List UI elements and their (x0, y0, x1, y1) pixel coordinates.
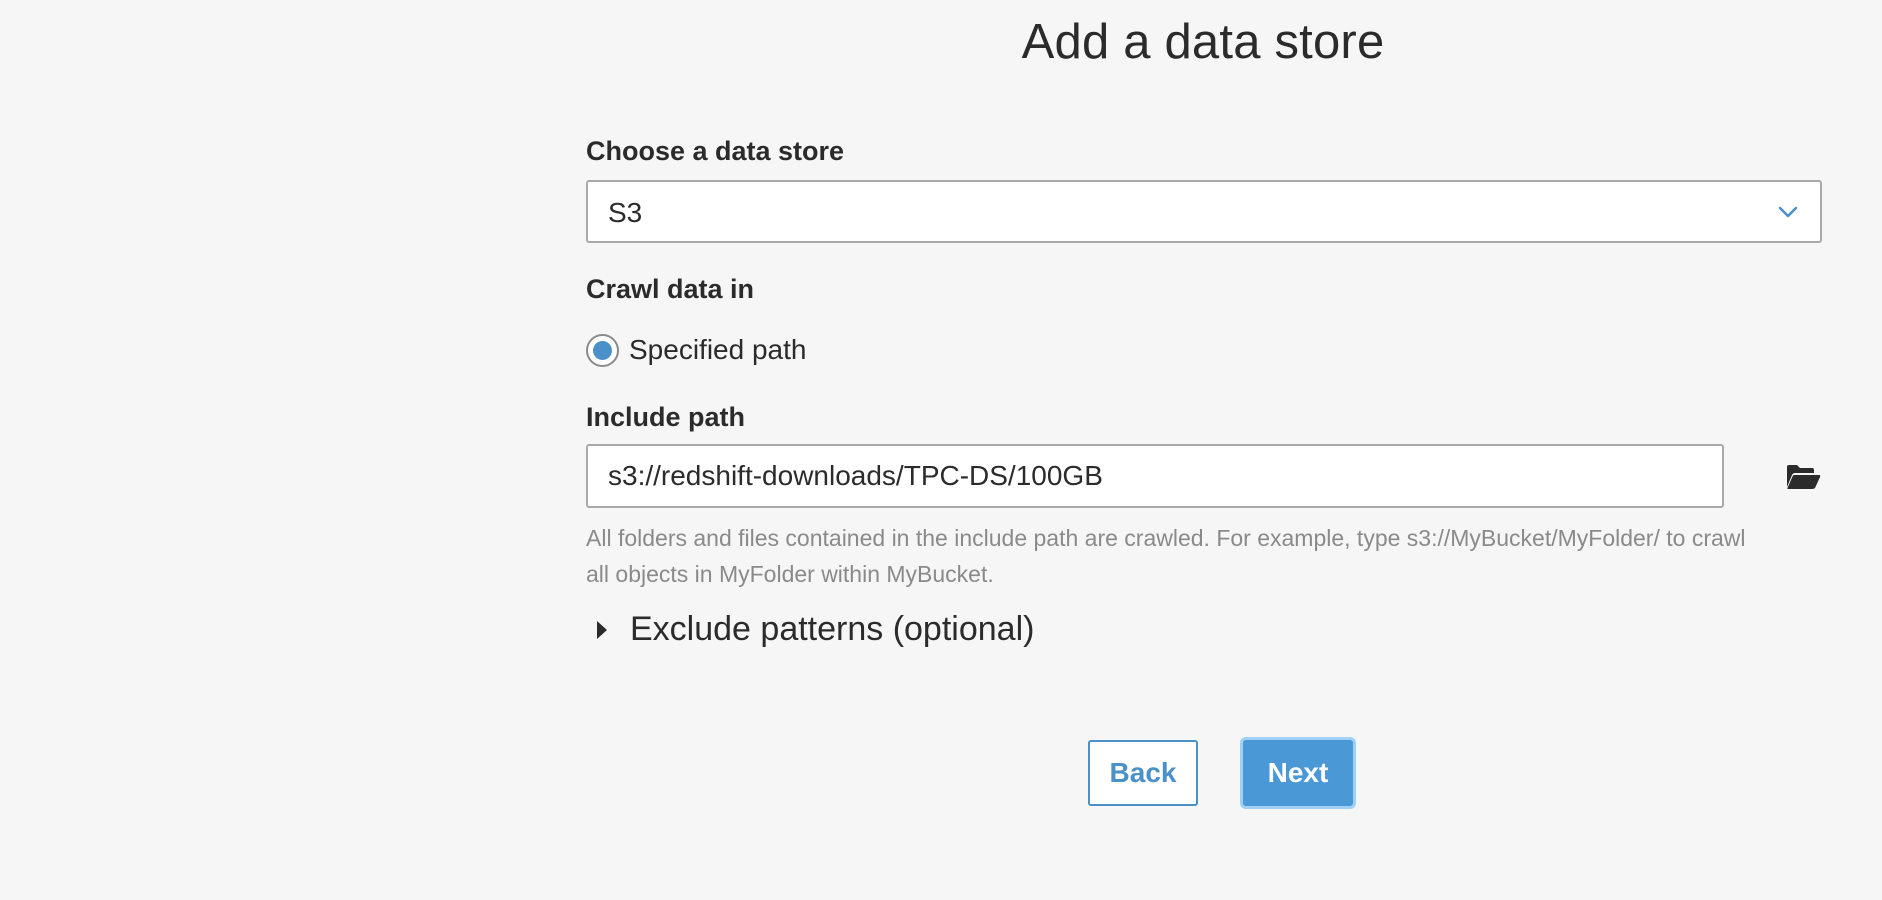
chevron-down-icon (1778, 206, 1798, 218)
next-button[interactable]: Next (1243, 740, 1353, 806)
back-button[interactable]: Back (1088, 740, 1198, 806)
include-path-help-line-2: all objects in MyFolder within MyBucket. (586, 561, 994, 587)
include-path-help: All folders and files contained in the i… (586, 520, 1826, 592)
include-path-label: Include path (586, 402, 746, 432)
data-store-select[interactable]: S3 (586, 180, 1822, 243)
caret-right-icon (597, 620, 607, 639)
folder-open-icon[interactable] (1785, 463, 1821, 491)
specified-path-radio[interactable] (586, 333, 619, 367)
include-path-input[interactable] (586, 444, 1724, 508)
specified-path-radio-option[interactable]: Specified path (586, 333, 806, 367)
include-path-help-line-1: All folders and files contained in the i… (586, 525, 1746, 551)
data-store-selected-value: S3 (608, 197, 643, 228)
exclude-patterns-label: Exclude patterns (optional) (630, 610, 1035, 648)
crawl-data-label: Crawl data in (586, 274, 755, 304)
page-title: Add a data store (1021, 15, 1385, 69)
data-store-label: Choose a data store (586, 136, 845, 166)
exclude-patterns-toggle[interactable]: Exclude patterns (optional) (586, 610, 1034, 649)
specified-path-label: Specified path (629, 334, 807, 365)
